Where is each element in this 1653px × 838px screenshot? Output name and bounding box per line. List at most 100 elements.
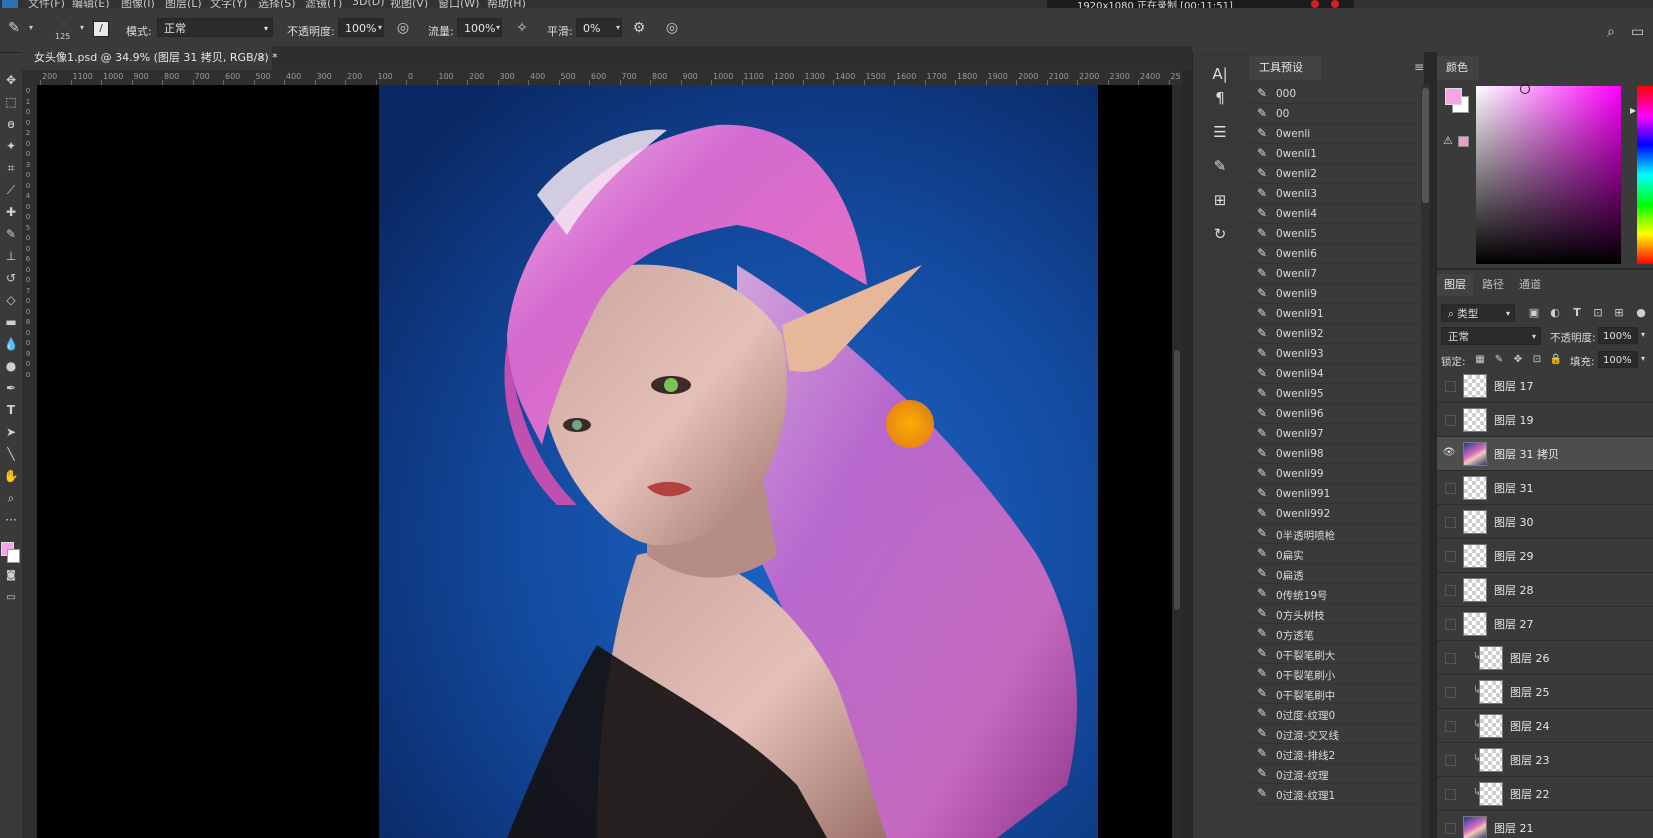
menu-3d[interactable]: 3D(D) (352, 0, 385, 8)
workspace-icon[interactable]: ▭ (1631, 24, 1644, 40)
tool-preset-item[interactable]: ✎ 0wenli1 (1249, 144, 1421, 164)
marquee-tool-icon[interactable]: ⬚ (0, 93, 22, 111)
layer-thumbnail[interactable] (1463, 408, 1487, 432)
quick-mask-icon[interactable]: ◙ (0, 567, 22, 585)
tool-preset-item[interactable]: ✎ 0wenli4 (1249, 204, 1421, 224)
tool-preset-item[interactable]: ✎ 0wenli93 (1249, 344, 1421, 364)
lock-image-icon[interactable]: ✎ (1492, 352, 1506, 368)
adjustments-panel-icon[interactable]: ☰ (1207, 122, 1233, 142)
layer-thumbnail[interactable] (1463, 374, 1487, 398)
record-close-icon[interactable] (1331, 0, 1339, 8)
filter-toggle-icon[interactable]: ● (1633, 304, 1649, 322)
tool-preset-item[interactable]: ✎ 0方透笔 (1249, 624, 1421, 644)
layer-opacity-field[interactable]: 100% (1598, 327, 1638, 344)
layer-row[interactable]: ↳ 图层 25 (1437, 675, 1653, 709)
pen-tool-icon[interactable]: ✒ (0, 379, 22, 397)
gradient-tool-icon[interactable]: ▬ (0, 313, 22, 331)
menu-help[interactable]: 帮助(H) (487, 0, 526, 8)
tool-preset-chevron-icon[interactable]: ▾ (22, 19, 40, 37)
tool-preset-item[interactable]: ✎ 0wenli94 (1249, 364, 1421, 384)
filter-shape-icon[interactable]: ⊡ (1590, 304, 1606, 322)
layer-row[interactable]: 图层 31 (1437, 471, 1653, 505)
layer-thumbnail[interactable] (1463, 544, 1487, 568)
hue-slider-arrow-icon[interactable]: ▶ (1630, 106, 1636, 115)
layer-thumbnail[interactable] (1479, 782, 1503, 806)
lock-position-icon[interactable]: ✥ (1511, 352, 1525, 368)
type-tool-icon[interactable]: T (0, 401, 22, 419)
tool-preset-item[interactable]: ✎ 0扁透 (1249, 564, 1421, 584)
layer-row[interactable]: 图层 29 (1437, 539, 1653, 573)
fill-chevron-icon[interactable]: ▾ (1641, 354, 1645, 363)
color-field[interactable] (1476, 86, 1621, 264)
blend-mode-select[interactable]: 正常 ▾ (1441, 327, 1541, 345)
panel-menu-icon[interactable]: ≡ (1414, 60, 1424, 74)
fill-field[interactable]: 100% (1598, 351, 1638, 368)
menu-image[interactable]: 图像(I) (121, 0, 155, 8)
layer-thumbnail[interactable] (1463, 510, 1487, 534)
tool-preset-item[interactable]: ✎ 0扁实 (1249, 544, 1421, 564)
tool-preset-item[interactable]: ✎ 0过渡-排线2 (1249, 744, 1421, 764)
warning-icon[interactable]: ⚠ (1443, 134, 1453, 147)
layer-row[interactable]: 图层 27 (1437, 607, 1653, 641)
smoothing-settings-gear-icon[interactable]: ⚙ (630, 19, 648, 37)
dodge-tool-icon[interactable]: ● (0, 357, 22, 375)
paragraph-panel-icon[interactable]: ¶ (1207, 88, 1233, 108)
smoothing-chevron-icon[interactable]: ▾ (609, 19, 627, 37)
visibility-eye-icon[interactable] (1445, 755, 1456, 766)
lasso-tool-icon[interactable]: ɵ (0, 115, 22, 133)
layer-thumbnail[interactable] (1463, 612, 1487, 636)
pressure-size-icon[interactable]: ◎ (663, 19, 681, 37)
airbrush-icon[interactable]: ✧ (513, 19, 531, 37)
layer-filter-select[interactable]: ⌕ 类型 ▾ (1441, 304, 1515, 322)
zoom-tool-icon[interactable]: ⌕ (0, 489, 22, 507)
layer-thumbnail[interactable] (1479, 646, 1503, 670)
tool-preset-item[interactable]: ✎ 0干裂笔刷中 (1249, 684, 1421, 704)
menu-file[interactable]: 文件(F) (28, 0, 65, 8)
tool-preset-item[interactable]: ✎ 0wenli96 (1249, 404, 1421, 424)
magic-wand-tool-icon[interactable]: ✦ (0, 137, 22, 155)
mode-select[interactable]: 正常 ▾ (157, 18, 273, 37)
layer-thumbnail[interactable] (1463, 476, 1487, 500)
history-brush-tool-icon[interactable]: ↺ (0, 269, 22, 287)
visibility-eye-icon[interactable] (1445, 653, 1456, 664)
visibility-eye-icon[interactable] (1445, 721, 1456, 732)
brush-tip-icon[interactable]: · (54, 20, 74, 32)
layer-row[interactable]: 图层 21 (1437, 811, 1653, 838)
foreground-color-swatch[interactable] (1445, 88, 1462, 105)
tool-preset-item[interactable]: ✎ 0wenli91 (1249, 304, 1421, 324)
tab-paths[interactable]: 路径 (1475, 274, 1511, 296)
brush-settings-panel-icon[interactable]: ✎ (1207, 156, 1233, 176)
tool-preset-item[interactable]: ✎ 0wenli92 (1249, 324, 1421, 344)
layer-thumbnail[interactable] (1463, 816, 1487, 838)
menu-layer[interactable]: 图层(L) (165, 0, 202, 8)
document-tab[interactable]: 女头像1.psd @ 34.9% (图层 31 拷贝, RGB/8) * × (22, 46, 278, 70)
layer-thumbnail[interactable] (1479, 714, 1503, 738)
opacity-chevron-icon[interactable]: ▾ (371, 19, 389, 37)
more-tools-icon[interactable]: ··· (0, 511, 22, 529)
visibility-eye-icon[interactable] (1445, 381, 1456, 392)
tool-preset-item[interactable]: ✎ 0wenli5 (1249, 224, 1421, 244)
tool-presets-tab[interactable]: 工具预设 (1249, 56, 1321, 80)
layer-row[interactable]: 图层 19 (1437, 403, 1653, 437)
brush-picker-chevron-icon[interactable]: ▾ (73, 19, 91, 37)
blur-tool-icon[interactable]: 💧 (0, 335, 22, 353)
character-panel-icon[interactable]: A| (1207, 64, 1233, 84)
menu-window[interactable]: 窗口(W) (438, 0, 479, 8)
brush-settings-icon[interactable]: / (93, 21, 109, 37)
history-panel-icon[interactable]: ↻ (1207, 224, 1233, 244)
visibility-eye-icon[interactable] (1445, 823, 1456, 834)
tool-preset-item[interactable]: ✎ 0过渡-交叉线 (1249, 724, 1421, 744)
visibility-eye-icon[interactable]: 👁 (1442, 446, 1456, 460)
menu-type[interactable]: 文字(Y) (210, 0, 247, 8)
tool-preset-item[interactable]: ✎ 0wenli95 (1249, 384, 1421, 404)
layer-row[interactable]: ↳ 图层 23 (1437, 743, 1653, 777)
clone-source-panel-icon[interactable]: ⊞ (1207, 190, 1233, 210)
hue-slider[interactable] (1637, 86, 1653, 264)
menu-edit[interactable]: 编辑(E) (72, 0, 110, 8)
gamut-color-swatch[interactable] (1458, 136, 1469, 147)
menu-filter[interactable]: 滤镜(T) (305, 0, 342, 8)
lock-all-icon[interactable]: 🔒 (1549, 352, 1563, 368)
layer-thumbnail[interactable] (1463, 442, 1487, 466)
filter-type-icon[interactable]: T (1569, 304, 1585, 322)
lock-transparent-icon[interactable]: ▦ (1473, 352, 1487, 368)
